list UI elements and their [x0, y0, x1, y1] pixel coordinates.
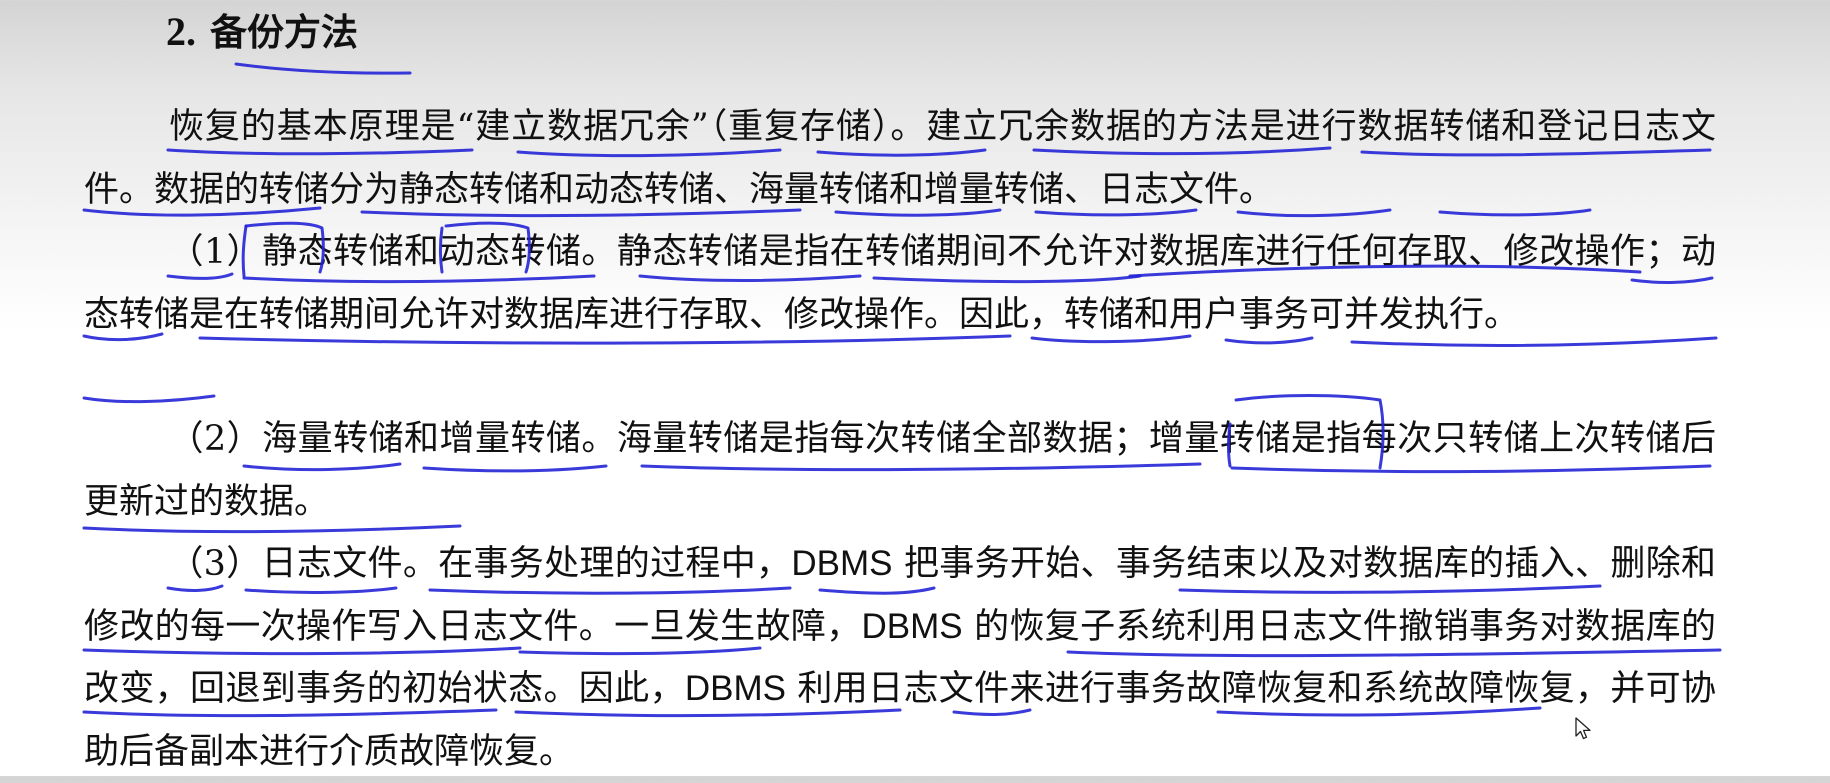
- paragraph-principle: 恢复的基本原理是“建立数据冗余”（重复存储）。建立冗余数据的方法是进行数据转储和…: [84, 96, 1716, 221]
- paragraph-full-incremental-dump: （2）海量转储和增量转储。海量转储是指每次转储全部数据；增量转储是指每次只转储上…: [84, 408, 1716, 533]
- mouse-pointer-icon: [1575, 717, 1591, 740]
- underline-heading: [234, 62, 412, 75]
- dbms-term: DBMS: [861, 606, 963, 646]
- underline-p2: [82, 394, 216, 404]
- paragraph-log-file: （3）日志文件。在事务处理的过程中，DBMS 把事务开始、事务结束以及对数据库的…: [84, 533, 1716, 783]
- section-number: 2.: [166, 9, 196, 54]
- dbms-term: DBMS: [684, 669, 786, 708]
- paragraph-text-part: （3）日志文件。在事务处理的过程中，: [168, 544, 792, 584]
- section-title: 备份方法: [210, 11, 358, 54]
- dbms-term: DBMS: [791, 544, 893, 583]
- paragraph-text: （1）静态转储和动态转储。静态转储是指在转储期间不允许对数据库进行任何存取、修改…: [84, 232, 1716, 335]
- section-heading: 2. 备份方法: [166, 4, 358, 61]
- paragraph-text: （2）海量转储和增量转储。海量转储是指每次转储全部数据；增量转储是指每次只转储上…: [84, 419, 1716, 522]
- paragraph-text: 恢复的基本原理是“建立数据冗余”（重复存储）。建立冗余数据的方法是进行数据转储和…: [84, 107, 1716, 210]
- paragraph-static-dynamic-dump: （1）静态转储和动态转储。静态转储是指在转储期间不允许对数据库进行任何存取、修改…: [84, 221, 1716, 346]
